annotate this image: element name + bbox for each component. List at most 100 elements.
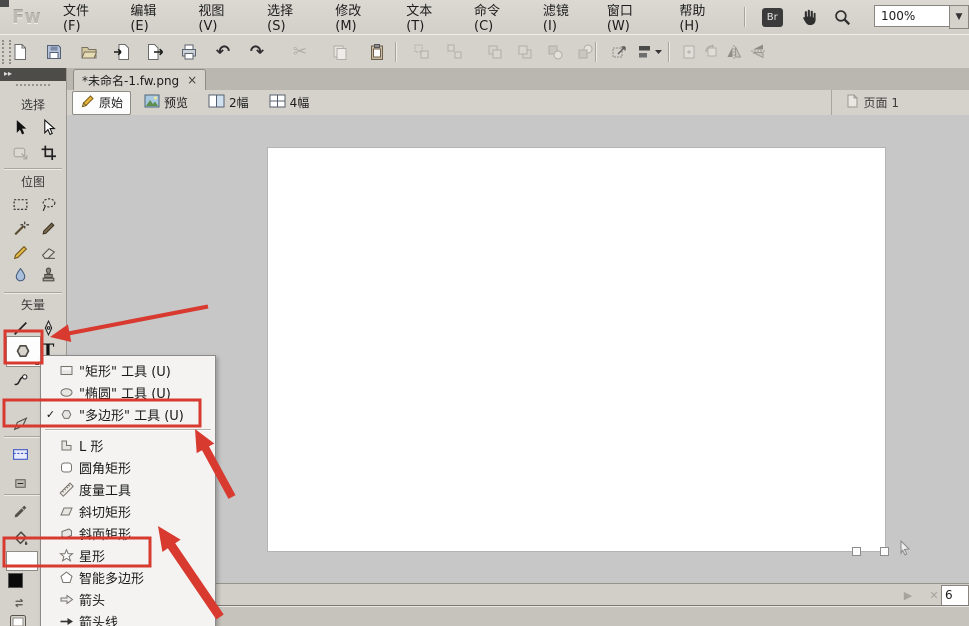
menu-item-l-shape[interactable]: L 形 (42, 434, 214, 456)
new-document-icon[interactable] (8, 40, 32, 64)
stroke-color-well[interactable] (6, 551, 38, 571)
arrange-back-icon (513, 40, 537, 64)
menu-item-arrow[interactable]: 箭头 (42, 588, 214, 610)
export-area-tool[interactable] (8, 141, 32, 163)
measure-icon (57, 482, 75, 497)
star-icon (57, 548, 75, 563)
two-up-view-button[interactable]: 2幅 (201, 92, 256, 113)
four-up-icon (269, 94, 286, 111)
import-icon[interactable] (110, 40, 134, 64)
l-shape-icon (57, 438, 75, 453)
slice-tool[interactable] (8, 443, 32, 465)
knife-tool[interactable] (8, 412, 32, 434)
menu-item-polygon-tool[interactable]: ✓ "多边形" 工具 (U) (42, 403, 214, 425)
section-select-label: 选择 (0, 96, 66, 113)
flip-vertical-icon (746, 40, 770, 64)
collapse-arrows-icon: ▸▸ (4, 69, 12, 78)
eraser-tool[interactable] (36, 241, 60, 263)
eyedropper-tool[interactable] (8, 500, 32, 522)
menu-item-rectangle-tool[interactable]: "矩形" 工具 (U) (42, 359, 214, 381)
preview-view-label: 预览 (164, 94, 188, 111)
pencil-icon (80, 94, 95, 112)
four-up-view-button[interactable]: 4幅 (262, 92, 317, 113)
arrange-backward-icon (573, 40, 597, 64)
transform-icon[interactable] (608, 40, 632, 64)
section-bitmap-label: 位图 (0, 173, 66, 190)
page-indicator[interactable]: 页面 1 (831, 90, 899, 115)
section-vector-label: 矢量 (0, 296, 66, 313)
stop-close-icon[interactable]: ✕ (926, 587, 942, 603)
tab-close-icon[interactable]: × (187, 73, 197, 87)
canvas-resize-handle[interactable] (880, 547, 889, 556)
mouse-cursor-icon (898, 540, 912, 560)
page-icon (846, 94, 859, 111)
marquee-tool[interactable] (8, 193, 32, 215)
page-indicator-label: 页面 1 (864, 94, 899, 111)
menu-item-smart-polygon[interactable]: 智能多边形 (42, 566, 214, 588)
export-icon[interactable] (143, 40, 167, 64)
lasso-tool[interactable] (36, 193, 60, 215)
flip-horizontal-icon (723, 40, 747, 64)
bridge-button[interactable]: Br (762, 8, 783, 27)
beveled-rect-icon (57, 526, 75, 541)
menu-separator (45, 429, 211, 431)
menu-item-arrow-line[interactable]: 箭头线 (42, 610, 214, 626)
zoom-level-dropdown[interactable]: ▼ (949, 5, 969, 29)
magic-wand-tool[interactable] (8, 217, 32, 239)
screen-mode-button[interactable] (6, 611, 30, 626)
canvas[interactable] (268, 148, 885, 551)
canvas-resize-handle[interactable] (852, 547, 861, 556)
menu-item-ellipse-tool[interactable]: "椭圆" 工具 (U) (42, 381, 214, 403)
zoom-tool-icon[interactable] (830, 6, 855, 28)
menu-item-beveled-rectangle[interactable]: 斜面矩形 (42, 522, 214, 544)
cut-icon: ✂ (288, 40, 312, 64)
undo-icon[interactable]: ↶ (211, 40, 235, 64)
document-tab-title: *未命名-1.fw.png (82, 72, 179, 89)
play-animation-icon[interactable]: ▶ (900, 587, 916, 603)
pointer-tool[interactable] (8, 116, 32, 138)
ungroup-icon (443, 40, 467, 64)
panel-collapse-bar[interactable]: ▸▸ (0, 68, 66, 81)
document-tab-bar: *未命名-1.fw.png × (66, 68, 969, 91)
hide-slices-tool[interactable] (8, 472, 32, 494)
panel-grip[interactable] (16, 84, 50, 89)
paste-attributes-icon (677, 40, 701, 64)
fill-color-swatch[interactable] (8, 573, 23, 588)
menubar-separator (744, 7, 746, 27)
save-icon[interactable] (42, 40, 66, 64)
crop-tool[interactable] (36, 141, 60, 163)
menu-item-rounded-rectangle[interactable]: 圆角矩形 (42, 456, 214, 478)
shape-tool-flyout-menu: "矩形" 工具 (U) "椭圆" 工具 (U) ✓ "多边形" 工具 (U) L… (40, 355, 216, 626)
preview-view-button[interactable]: 预览 (137, 92, 195, 113)
arrow-line-icon (57, 614, 75, 626)
skewed-rect-icon (57, 504, 75, 519)
zoom-level-value[interactable]: 100% (874, 5, 949, 27)
freeform-tool[interactable] (8, 368, 32, 390)
fireworks-window: Fw 文件(F) 编辑(E) 视图(V) 选择(S) 修改(M) 文本(T) 命… (0, 0, 969, 626)
print-icon[interactable] (177, 40, 201, 64)
group-icon (410, 40, 434, 64)
menu-item-skewed-rectangle[interactable]: 斜切矩形 (42, 500, 214, 522)
zoom-level-control: 100% ▼ (874, 5, 969, 29)
brush-tool[interactable] (36, 217, 60, 239)
polygon-icon (57, 407, 75, 422)
section-divider (4, 168, 62, 170)
rubber-stamp-tool[interactable] (36, 264, 60, 286)
toolbar-separator (668, 42, 670, 62)
menu-item-measure-tool[interactable]: 度量工具 (42, 478, 214, 500)
ellipse-icon (57, 385, 75, 400)
pencil-tool[interactable] (8, 241, 32, 263)
menu-item-star[interactable]: 星形 (42, 544, 214, 566)
rectangle-icon (57, 363, 75, 378)
document-tab[interactable]: *未命名-1.fw.png × (73, 69, 206, 90)
original-view-button[interactable]: 原始 (72, 91, 131, 115)
paste-icon[interactable] (365, 40, 389, 64)
main-toolbar: ↶ ↷ ✂ (0, 34, 969, 70)
hand-tool-icon[interactable] (796, 6, 821, 28)
redo-icon[interactable]: ↷ (245, 40, 269, 64)
paint-bucket-tool[interactable] (8, 526, 32, 548)
subselect-tool[interactable] (36, 116, 60, 138)
blur-tool[interactable] (8, 264, 32, 286)
align-icon[interactable] (635, 40, 665, 64)
open-icon[interactable] (77, 40, 101, 64)
